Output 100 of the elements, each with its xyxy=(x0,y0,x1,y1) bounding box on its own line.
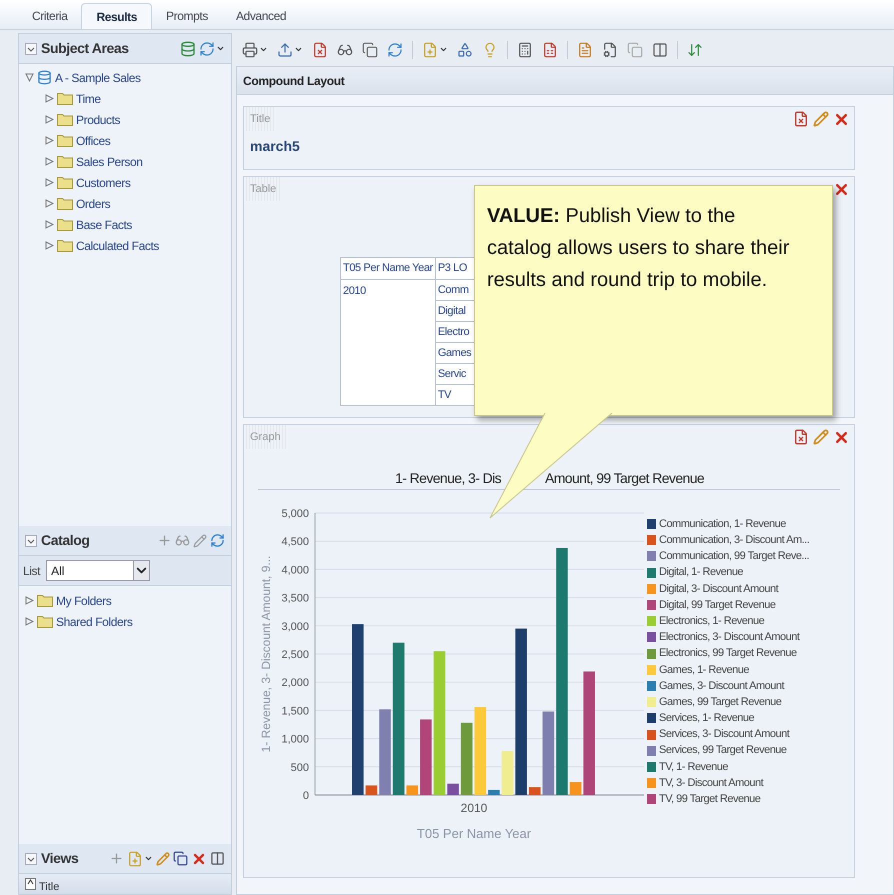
chart-title: 1- Revenue, 3- Dis xyxy=(395,469,501,488)
collapsed-triangle-icon[interactable] xyxy=(45,157,54,166)
tree-item[interactable]: Sales Person xyxy=(76,152,143,170)
legend-label: Services, 3- Discount Amount xyxy=(659,727,790,742)
collapsed-triangle-icon[interactable] xyxy=(45,241,54,250)
collapsed-triangle-icon[interactable] xyxy=(25,596,34,605)
sort-icon[interactable] xyxy=(687,42,703,58)
y-tick-label: 2,500 xyxy=(281,649,309,661)
tab[interactable]: Criteria xyxy=(18,3,82,29)
tab[interactable]: Prompts xyxy=(152,3,222,29)
collapse-icon[interactable] xyxy=(25,42,37,54)
tree-item[interactable]: A - Sample Sales xyxy=(55,68,141,86)
add-icon[interactable] xyxy=(157,533,172,548)
panel-title: Subject Areas xyxy=(41,39,129,58)
bar xyxy=(447,784,459,795)
tree-item[interactable]: My Folders xyxy=(56,592,112,610)
y-tick-label: 3,000 xyxy=(281,620,309,633)
tree-item[interactable]: Orders xyxy=(76,194,110,212)
tree-item[interactable]: Base Facts xyxy=(76,216,132,234)
x-tick-label: 2010 xyxy=(460,801,488,815)
edit-icon[interactable] xyxy=(813,111,829,127)
tree-item[interactable]: Time xyxy=(76,90,101,108)
folder-icon xyxy=(57,113,73,126)
document-settings-icon[interactable] xyxy=(602,42,618,58)
y-tick-label: 3,500 xyxy=(281,592,309,605)
collapse-icon[interactable] xyxy=(25,534,37,546)
caret-icon[interactable] xyxy=(216,44,225,53)
document-add-icon[interactable] xyxy=(577,42,593,58)
folder-icon xyxy=(57,197,73,210)
legend-label: TV, 99 Target Revenue xyxy=(659,792,760,808)
tree-item[interactable]: Calculated Facts xyxy=(76,236,159,254)
collapsed-triangle-icon[interactable] xyxy=(45,199,54,208)
bar xyxy=(488,790,500,795)
y-tick-label: 4,500 xyxy=(281,536,309,548)
collapsed-triangle-icon[interactable] xyxy=(25,617,34,626)
bar xyxy=(406,785,418,795)
legend-label: Communication, 3- Discount Am... xyxy=(659,533,810,548)
tree-item[interactable]: Products xyxy=(76,110,120,128)
folder-icon xyxy=(57,134,73,147)
spreadsheet-icon[interactable] xyxy=(542,42,558,58)
copy-icon[interactable] xyxy=(362,42,378,58)
folder-icon xyxy=(57,218,73,231)
collapsed-triangle-icon[interactable] xyxy=(45,178,54,187)
panel-title: Views xyxy=(41,849,78,868)
tab[interactable]: Advanced xyxy=(222,3,300,29)
legend-label: Games, 99 Target Revenue xyxy=(659,694,782,710)
y-tick-label: 2,000 xyxy=(281,677,309,690)
printer-icon[interactable] xyxy=(242,42,258,58)
caret-icon[interactable] xyxy=(144,854,153,863)
list-dropdown[interactable]: All xyxy=(46,560,150,581)
edit-icon[interactable] xyxy=(813,429,829,445)
folder-icon xyxy=(57,92,73,105)
tree-item[interactable]: Offices xyxy=(76,132,110,150)
columns-icon[interactable] xyxy=(210,851,225,866)
refresh-icon[interactable] xyxy=(387,42,403,58)
document-icon[interactable] xyxy=(312,42,328,58)
collapsed-triangle-icon[interactable] xyxy=(45,220,54,229)
view-item[interactable]: Title xyxy=(39,878,60,895)
caret-icon[interactable] xyxy=(259,45,268,54)
preview-icon[interactable] xyxy=(337,42,353,58)
collapsed-triangle-icon[interactable] xyxy=(45,94,54,103)
remove-view-icon[interactable] xyxy=(793,429,809,445)
caret-icon[interactable] xyxy=(294,45,303,54)
y-tick-label: 1,500 xyxy=(281,705,309,718)
refresh-icon[interactable] xyxy=(210,533,225,548)
legend-label: Electronics, 1- Revenue xyxy=(659,614,764,629)
duplicate-icon[interactable] xyxy=(173,851,188,866)
database-icon xyxy=(37,70,52,85)
y-tick-label: 500 xyxy=(290,762,309,774)
columns-icon[interactable] xyxy=(652,42,668,58)
shapes-icon[interactable] xyxy=(457,42,473,58)
add-icon[interactable] xyxy=(109,851,124,866)
export-icon[interactable] xyxy=(277,42,293,58)
collapsed-triangle-icon[interactable] xyxy=(45,136,54,145)
legend-label: Communication, 1- Revenue xyxy=(659,516,786,532)
legend-label: Games, 1- Revenue xyxy=(659,662,749,678)
tree-item[interactable]: Customers xyxy=(76,174,130,192)
caret-icon[interactable] xyxy=(439,45,448,54)
panel-title: Catalog xyxy=(41,531,90,550)
tab[interactable]: Results xyxy=(81,3,152,29)
folder-icon xyxy=(57,176,73,189)
collapse-icon[interactable] xyxy=(25,852,37,864)
y-tick-label: 0 xyxy=(302,790,309,802)
tree-item[interactable]: Shared Folders xyxy=(56,612,132,630)
folder-icon xyxy=(37,594,53,607)
bar xyxy=(366,785,378,795)
expanded-triangle-icon[interactable] xyxy=(25,73,34,82)
edit-icon[interactable] xyxy=(193,534,207,548)
y-tick-label: 1,000 xyxy=(281,734,309,746)
callout-text: VALUE: Publish View to the catalog allows users to share their results and round trip to mobile. xyxy=(487,204,790,293)
y-tick-label: 4,000 xyxy=(281,564,309,576)
bar xyxy=(528,787,541,795)
list-label: List xyxy=(23,562,40,580)
y-axis-title: 1- Revenue, 3- Discount Amount, 9... xyxy=(259,556,273,752)
remove-view-icon[interactable] xyxy=(793,111,809,127)
column-header: T05 Per Name Year xyxy=(340,258,436,280)
table-cell: 2010 xyxy=(340,280,436,406)
calculator-icon[interactable] xyxy=(517,42,533,58)
bar xyxy=(570,782,582,795)
collapsed-triangle-icon[interactable] xyxy=(45,115,54,124)
